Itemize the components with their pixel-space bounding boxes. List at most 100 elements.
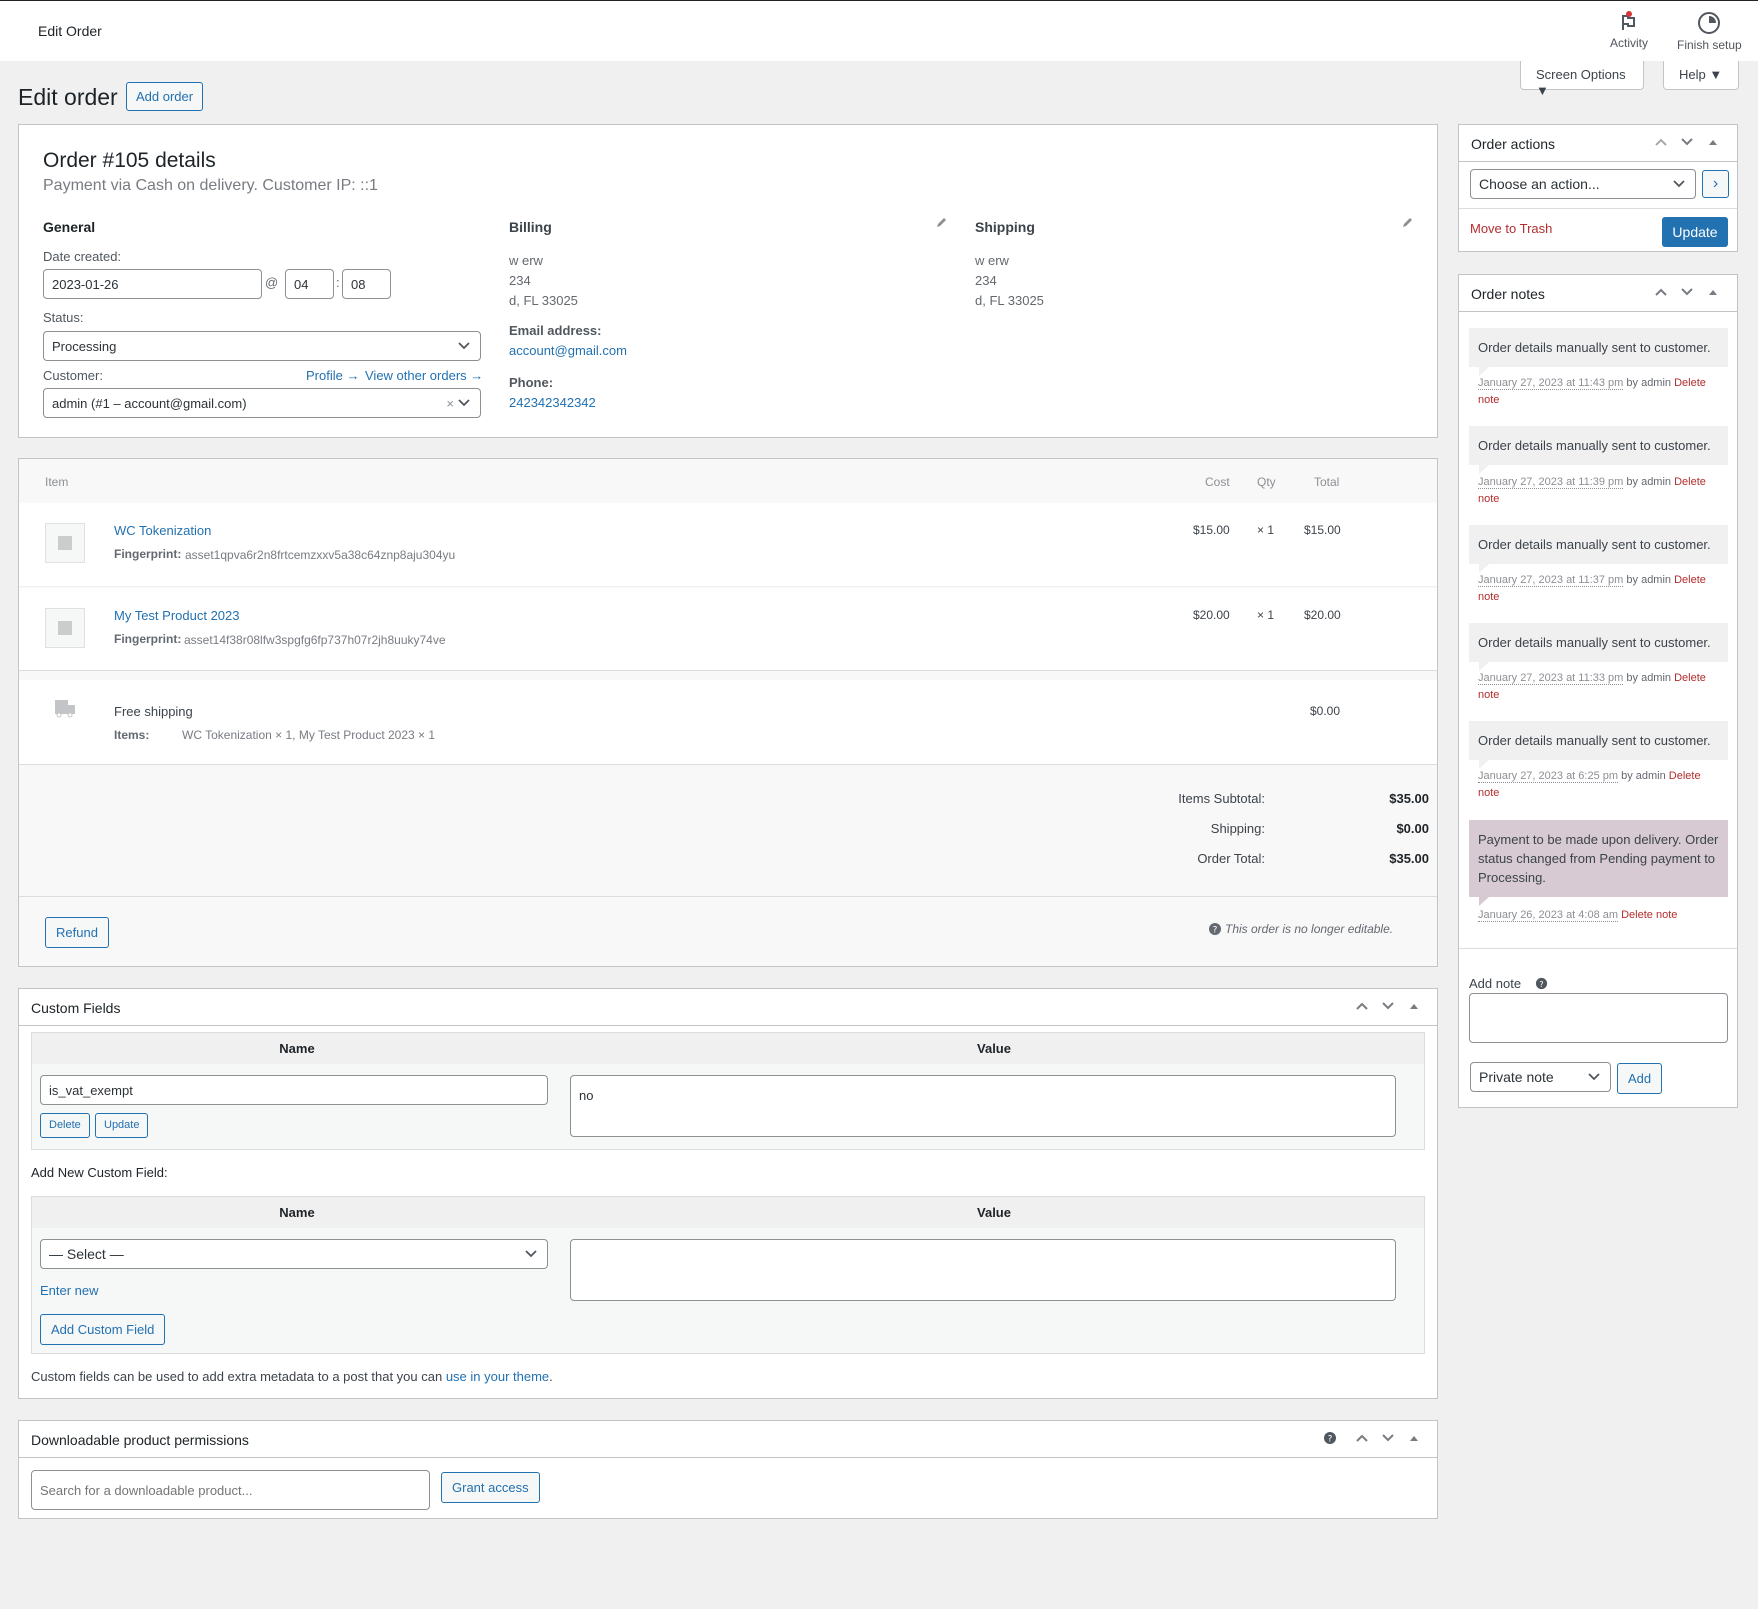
- top-bar-title: Edit Order: [38, 23, 102, 39]
- add-note-button[interactable]: Add: [1617, 1063, 1663, 1094]
- move-up-icon[interactable]: [1654, 285, 1668, 299]
- new-field-value-textarea[interactable]: [570, 1239, 1396, 1301]
- help-tab[interactable]: Help ▼: [1663, 61, 1739, 90]
- view-other-orders-link[interactable]: View other orders →: [365, 368, 483, 383]
- move-up-icon[interactable]: [1654, 135, 1668, 149]
- collapse-triangle-icon[interactable]: [1706, 285, 1720, 299]
- delete-note-link[interactable]: Delete: [1669, 770, 1701, 782]
- screen-options-tab[interactable]: Screen Options ▼: [1520, 61, 1644, 98]
- custom-field-value-textarea[interactable]: no: [570, 1075, 1396, 1137]
- delete-note-link[interactable]: note: [1478, 591, 1499, 603]
- delete-note-link[interactable]: note: [1478, 787, 1499, 799]
- collapse-triangle-icon[interactable]: [1407, 1431, 1421, 1445]
- order-details-panel: Order #105 details Payment via Cash on d…: [18, 124, 1438, 438]
- meta-label: Fingerprint:: [114, 547, 182, 561]
- profile-link[interactable]: Profile →: [306, 368, 359, 383]
- add-order-button[interactable]: Add order: [126, 82, 204, 111]
- collapse-triangle-icon[interactable]: [1407, 999, 1421, 1013]
- total-column-header: Total: [1314, 475, 1340, 489]
- refund-button[interactable]: Refund: [45, 917, 109, 948]
- panel-handles: [1355, 999, 1421, 1013]
- phone-link[interactable]: 242342342342: [509, 395, 596, 410]
- status-select[interactable]: Processing: [43, 331, 481, 361]
- delete-note-link[interactable]: Delete note: [1621, 909, 1677, 921]
- order-action-value: Choose an action...: [1479, 176, 1600, 192]
- delete-note-link[interactable]: Delete: [1674, 476, 1706, 488]
- customer-select[interactable]: admin (#1 – account@gmail.com) ×: [43, 388, 481, 418]
- note-author: by admin: [1623, 476, 1675, 488]
- customer-label: Customer:: [43, 368, 103, 383]
- billing-address: w erw 234 d, FL 33025: [509, 251, 578, 311]
- note-meta: January 26, 2023 at 4:08 am Delete note: [1478, 907, 1718, 924]
- move-to-trash-link[interactable]: Move to Trash: [1470, 221, 1552, 236]
- custom-field-name-input[interactable]: is_vat_exempt: [40, 1075, 548, 1105]
- use-in-theme-link[interactable]: use in your theme: [446, 1369, 549, 1384]
- activity-button[interactable]: Activity: [1610, 11, 1648, 50]
- meta-key-select[interactable]: — Select —: [40, 1239, 548, 1269]
- footer-end: .: [549, 1369, 553, 1384]
- downloads-title: Downloadable product permissions: [31, 1432, 249, 1448]
- delete-note-link[interactable]: Delete: [1674, 377, 1706, 389]
- minute-input[interactable]: 08: [342, 269, 391, 299]
- order-note: Order details manually sent to customer.: [1469, 623, 1728, 671]
- progress-circle-icon: [1698, 12, 1721, 34]
- status-label: Status:: [43, 310, 84, 325]
- hour-input[interactable]: 04: [285, 269, 334, 299]
- delete-note-link[interactable]: note: [1478, 394, 1499, 406]
- delete-field-button[interactable]: Delete: [40, 1113, 90, 1138]
- product-link[interactable]: My Test Product 2023: [114, 608, 240, 623]
- at-symbol: @: [265, 275, 279, 290]
- edit-billing-pencil-icon[interactable]: [935, 217, 947, 229]
- order-note: Order details manually sent to customer.: [1469, 525, 1728, 573]
- billing-heading: Billing: [509, 219, 552, 235]
- move-down-icon[interactable]: [1381, 1431, 1395, 1445]
- delete-note-link[interactable]: note: [1478, 493, 1499, 505]
- delete-note-link[interactable]: Delete: [1674, 672, 1706, 684]
- edit-shipping-pencil-icon[interactable]: [1401, 217, 1413, 229]
- move-down-icon[interactable]: [1680, 135, 1694, 149]
- item-total: $20.00: [1304, 608, 1341, 622]
- chevron-down-icon: [458, 399, 470, 407]
- order-notes-title: Order notes: [1471, 286, 1545, 302]
- move-up-icon[interactable]: [1355, 999, 1369, 1013]
- move-down-icon[interactable]: [1381, 999, 1395, 1013]
- shipping-total: $0.00: [1310, 704, 1341, 718]
- meta-value: asset14f38r08lfw3spgfg6fp737h07r2jh8uuky…: [184, 633, 446, 647]
- move-down-icon[interactable]: [1680, 285, 1694, 299]
- delete-note-link[interactable]: note: [1478, 689, 1499, 701]
- note-author: by admin: [1623, 672, 1675, 684]
- note-type-select[interactable]: Private note: [1470, 1062, 1611, 1092]
- order-title: Order #105 details: [43, 149, 216, 172]
- shipping-total-value: $0.00: [1396, 821, 1429, 836]
- product-link[interactable]: WC Tokenization: [114, 523, 211, 538]
- customer-value: admin (#1 – account@gmail.com): [52, 395, 247, 411]
- note-type-value: Private note: [1479, 1069, 1554, 1085]
- clear-customer-icon[interactable]: ×: [446, 396, 454, 411]
- order-total-label: Order Total:: [1197, 851, 1265, 866]
- item-cost: $15.00: [1193, 523, 1230, 537]
- move-up-icon[interactable]: [1355, 1431, 1369, 1445]
- update-field-button[interactable]: Update: [95, 1113, 149, 1138]
- order-action-select[interactable]: Choose an action...: [1470, 169, 1696, 199]
- help-circle-icon: ?: [1535, 977, 1548, 990]
- meta-label: Fingerprint:: [114, 632, 182, 646]
- collapse-triangle-icon[interactable]: [1706, 135, 1720, 149]
- shipping-items-label: Items:: [114, 728, 150, 742]
- chevron-down-icon: [525, 1250, 537, 1258]
- grant-access-button[interactable]: Grant access: [441, 1472, 540, 1503]
- date-created-input[interactable]: 2023-01-26: [43, 269, 262, 299]
- enter-new-link[interactable]: Enter new: [40, 1283, 99, 1298]
- update-button[interactable]: Update: [1662, 217, 1728, 247]
- email-link[interactable]: account@gmail.com: [509, 343, 627, 358]
- shipping-line: w erw: [975, 253, 1009, 268]
- apply-action-button[interactable]: ›: [1702, 170, 1729, 198]
- help-circle-icon[interactable]: ?: [1323, 1431, 1337, 1445]
- existing-fields-table: Name Value is_vat_exempt Delete Update n…: [31, 1032, 1425, 1150]
- finish-setup-button[interactable]: Finish setup: [1677, 11, 1742, 52]
- downloadable-product-search[interactable]: [31, 1470, 430, 1510]
- delete-note-link[interactable]: Delete: [1674, 574, 1706, 586]
- add-custom-field-button[interactable]: Add Custom Field: [40, 1314, 166, 1345]
- add-note-textarea[interactable]: [1469, 993, 1728, 1043]
- system-order-note: Payment to be made upon delivery. Order …: [1469, 820, 1728, 906]
- items-header: Item Cost Qty Total: [19, 459, 1437, 503]
